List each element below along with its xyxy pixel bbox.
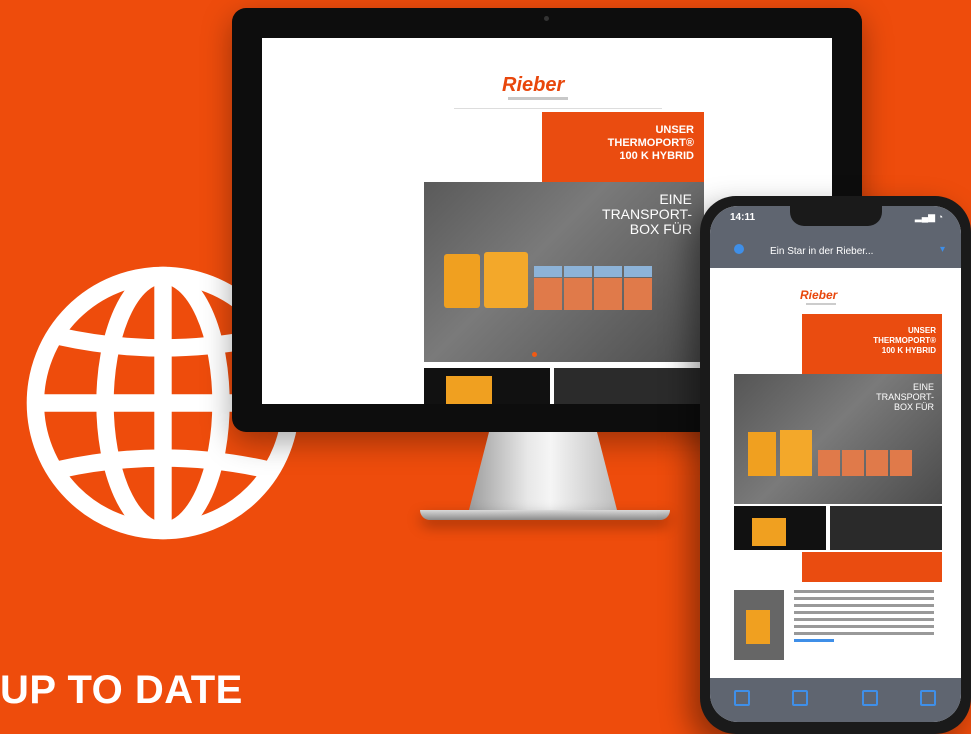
chevron-down-icon[interactable]: ▾: [940, 244, 945, 255]
newsletter-logo: Rieber: [502, 74, 565, 96]
folder-icon[interactable]: [792, 690, 808, 706]
article-text: [794, 590, 934, 646]
text-line: [794, 625, 934, 628]
trash-icon[interactable]: [734, 690, 750, 706]
text-line: [794, 590, 934, 593]
photo-line: BOX FÜR: [893, 402, 934, 412]
hero-line: THERMOPORT®: [873, 336, 936, 345]
text-line: [794, 611, 934, 614]
phone-screen: 14:11 ▂▄▆ ◔ Ein Star in der Rieber... ▾ …: [710, 206, 961, 722]
yellow-box: [748, 432, 776, 476]
carousel-dot: [532, 352, 537, 357]
photo-line: BOX FÜR: [629, 221, 692, 237]
label-box: [534, 266, 562, 277]
mail-toolbar: [710, 678, 961, 722]
yellow-box: [444, 254, 480, 308]
orange-box: [564, 278, 592, 310]
hero-line: UNSER: [655, 124, 694, 136]
label-box: [564, 266, 592, 277]
logo-tagline: [806, 303, 836, 305]
text-line: [794, 597, 934, 600]
photo-caption: EINE TRANSPORT- BOX FÜR: [602, 192, 692, 237]
status-icons: ▂▄▆ ◔: [914, 212, 943, 222]
yellow-box: [484, 252, 528, 308]
thumbnail-row: [734, 506, 942, 550]
orange-box: [866, 450, 888, 476]
orange-box: [624, 278, 652, 310]
hero-banner: UNSER THERMOPORT® 100 K HYBRID: [542, 112, 704, 182]
hero-line: 100 K HYBRID: [881, 346, 936, 355]
orange-box: [890, 450, 912, 476]
orange-box: [818, 450, 840, 476]
divider: [454, 108, 662, 109]
label-box: [624, 266, 652, 277]
orange-box: [842, 450, 864, 476]
orange-box: [594, 278, 622, 310]
hero-line: UNSER: [907, 326, 936, 335]
camera-dot: [544, 16, 549, 21]
yellow-box: [746, 610, 770, 644]
photo-caption: EINE TRANSPORT- BOX FÜR: [876, 382, 934, 412]
orange-box: [534, 278, 562, 310]
product-photo: EINE TRANSPORT- BOX FÜR: [424, 182, 704, 362]
photo-line: TRANSPORT-: [602, 206, 692, 222]
yellow-box: [446, 376, 492, 404]
label-box: [594, 266, 622, 277]
monitor-stand: [468, 432, 618, 514]
smartphone: 14:11 ▂▄▆ ◔ Ein Star in der Rieber... ▾ …: [700, 196, 971, 734]
newsletter-logo: Rieber: [800, 288, 838, 302]
monitor-stand-base: [420, 510, 670, 520]
phone-notch: [790, 206, 882, 226]
logo-tagline: [508, 97, 568, 100]
hero-line: 100 K HYBRID: [619, 150, 694, 162]
orange-text-block: [802, 552, 942, 582]
read-more-link[interactable]: [794, 639, 834, 642]
status-time: 14:11: [730, 212, 756, 223]
product-photo: EINE TRANSPORT- BOX FÜR: [734, 374, 942, 504]
article-image: [734, 590, 784, 660]
thumbnail-image: [424, 368, 550, 404]
thumbnail-image: [734, 506, 826, 550]
text-line: [794, 632, 934, 635]
reply-icon[interactable]: [862, 690, 878, 706]
text-line: [794, 618, 934, 621]
headline: UP TO DATE: [0, 668, 243, 712]
hero-banner: UNSER THERMOPORT® 100 K HYBRID: [802, 314, 942, 374]
photo-line: TRANSPORT-: [876, 392, 934, 402]
photo-line: EINE: [659, 191, 692, 207]
photo-line: EINE: [912, 382, 934, 392]
compose-icon[interactable]: [920, 690, 936, 706]
back-icon[interactable]: [734, 244, 744, 254]
text-line: [794, 604, 934, 607]
yellow-box: [752, 518, 786, 546]
hero-line: THERMOPORT®: [607, 137, 694, 149]
mail-subject: Ein Star in der Rieber...: [770, 246, 874, 257]
thumbnail-image: [830, 506, 942, 550]
thumbnail-image: [554, 368, 704, 404]
yellow-box: [780, 430, 812, 476]
